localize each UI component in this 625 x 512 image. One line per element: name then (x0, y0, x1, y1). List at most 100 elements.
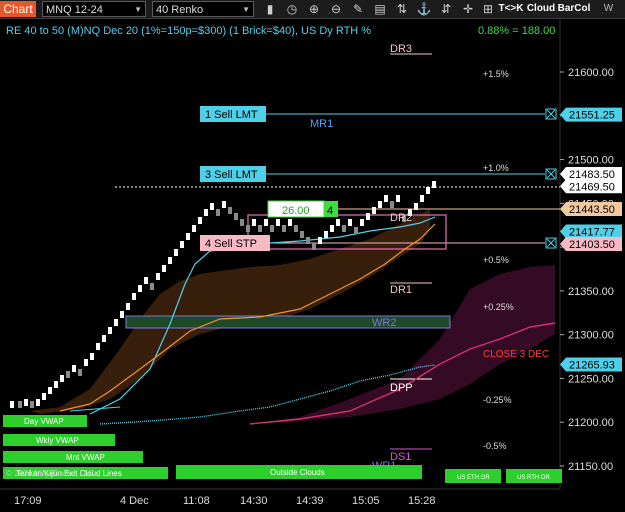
renko-brick (300, 231, 304, 238)
wvwap-toggle-badge[interactable]: W VWAP (592, 1, 625, 30)
strategies-icon[interactable]: ⇅ (394, 1, 410, 17)
renko-brick (324, 231, 328, 238)
crosshair-icon[interactable]: ✛ (460, 1, 476, 17)
renko-brick (426, 187, 430, 194)
properties-icon[interactable]: ✎ (350, 1, 366, 17)
renko-brick (378, 201, 382, 208)
pct-level-neg-0-5: -0.5% (483, 441, 507, 451)
renko-brick (10, 401, 14, 408)
renko-brick (126, 303, 130, 310)
renko-brick (240, 219, 244, 226)
renko-brick (204, 209, 208, 216)
renko-brick (282, 225, 286, 232)
price-marker-label: 21403.50 (569, 239, 615, 251)
price-marker-label: 21483.50 (569, 169, 615, 181)
renko-brick (186, 233, 190, 240)
renko-brick (384, 195, 388, 202)
renko-brick (336, 219, 340, 226)
zoom-in-icon[interactable]: ⊕ (306, 1, 322, 17)
zoom-out-icon[interactable]: ⊖ (328, 1, 344, 17)
renko-brick (246, 225, 250, 232)
more-icon[interactable]: ⊞ (480, 1, 496, 17)
order-icon[interactable]: ⇵ (438, 1, 454, 17)
renko-brick (342, 225, 346, 232)
cancel-order-1-icon[interactable] (545, 108, 557, 120)
pct-change-text: 0.88% = 188.00 (478, 25, 555, 37)
renko-brick (312, 243, 316, 250)
renko-brick (120, 311, 124, 318)
order-4-label: 4 Sell STP (205, 238, 257, 250)
renko-brick (348, 219, 352, 226)
renko-brick (174, 249, 178, 256)
price-marker: 21443.50 (560, 202, 622, 217)
chevron-down-icon: ▼ (134, 5, 142, 14)
renko-brick (222, 201, 226, 208)
renko-brick (102, 335, 106, 342)
price-marker: 21469.50 (560, 179, 622, 194)
time-label-4: 14:39 (296, 495, 324, 507)
renko-brick (354, 227, 358, 234)
pct-level-1-5: +1.5% (483, 69, 509, 79)
renko-brick (330, 225, 334, 232)
renko-brick (192, 225, 196, 232)
tk-toggle-badge[interactable]: T<>K (498, 1, 524, 17)
close-3-dec-label: CLOSE 3 DEC (483, 349, 549, 360)
renko-brick (144, 277, 148, 284)
bar-type-value: 40 Renko (156, 4, 204, 16)
us-rth-or-bar-label: US RTH OR (517, 475, 551, 481)
renko-brick (18, 401, 22, 408)
time-label-5: 15:05 (352, 495, 380, 507)
instrument-selector[interactable]: MNQ 12-24 ▼ (42, 1, 146, 17)
renko-brick (84, 359, 88, 366)
renko-brick (372, 207, 376, 214)
day-vwap-bar-label: Day VWAP (24, 417, 64, 426)
bar-type-selector[interactable]: 40 Renko ▼ (152, 1, 254, 17)
pivot-dr3-label: DR3 (390, 43, 412, 55)
renko-brick (318, 237, 322, 244)
position-pnl: 26.00 (282, 205, 310, 217)
price-marker: 21551.25 (560, 107, 622, 122)
price-tick-label: 21350.00 (568, 286, 614, 298)
renko-brick (30, 401, 34, 408)
instrument-value: MNQ 12-24 (46, 4, 103, 16)
price-marker: 21483.50 (560, 167, 622, 182)
price-marker: 21403.50 (560, 237, 622, 252)
renko-brick (96, 343, 100, 350)
order-1-label: 1 Sell LMT (205, 109, 258, 121)
chart-menu-button[interactable]: Chart (0, 1, 36, 17)
renko-brick (48, 387, 52, 394)
renko-brick (288, 219, 292, 226)
cancel-order-3-icon[interactable] (545, 168, 557, 180)
renko-brick (36, 399, 40, 406)
position-qty: 4 (327, 205, 333, 217)
pivot-wr2-label: WR2 (372, 317, 396, 329)
renko-brick (360, 219, 364, 226)
renko-brick (156, 273, 160, 280)
price-marker-label: 21551.25 (569, 110, 615, 122)
indicators-icon[interactable]: ▤ (372, 1, 388, 17)
pct-level-0-5: +0.5% (483, 255, 509, 265)
bar-type-icon[interactable]: ▮ (262, 1, 278, 17)
price-tick-label: 21300.00 (568, 330, 614, 342)
timeframe-icon[interactable]: ◷ (284, 1, 300, 17)
renko-brick (294, 225, 298, 232)
chart-canvas[interactable]: RE 40 to 50 (M)NQ Dec 20 (1%=150p=$300) … (0, 19, 625, 512)
renko-brick (66, 371, 70, 378)
pivot-dr1-label: DR1 (390, 284, 412, 296)
renko-brick (60, 375, 64, 382)
renko-brick (72, 365, 76, 372)
renko-brick (420, 195, 424, 202)
renko-brick (162, 265, 166, 272)
pivot-dpp-label: DPP (390, 382, 413, 394)
barcol-toggle-badge[interactable]: BarCol (557, 1, 591, 17)
renko-brick (414, 203, 418, 210)
renko-brick (150, 283, 154, 290)
price-tick-label: 21600.00 (568, 67, 614, 79)
renko-brick (138, 285, 142, 292)
order-3-label: 3 Sell LMT (205, 169, 258, 181)
cloud-toggle-badge[interactable]: Cloud (526, 1, 556, 17)
anchor-icon[interactable]: ⚓ (416, 1, 432, 17)
price-tick-label: 21150.00 (568, 461, 613, 473)
renko-brick (432, 181, 436, 188)
cancel-order-4-icon[interactable] (545, 237, 557, 249)
